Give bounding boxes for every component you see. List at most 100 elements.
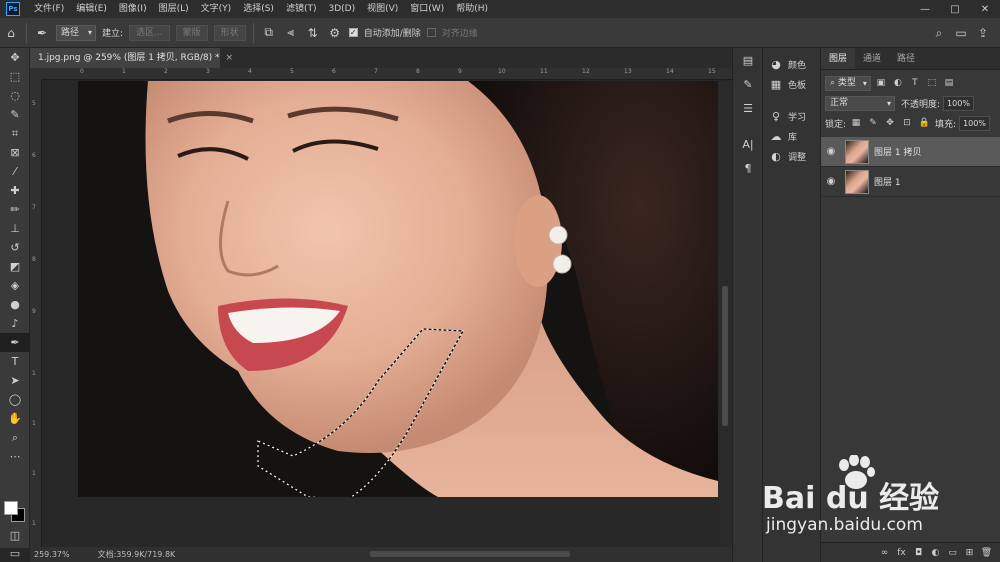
swatches-panel-button[interactable]: ▦ 色板 [763, 74, 820, 94]
brush-settings-icon[interactable]: ✎ [733, 72, 763, 96]
paragraph-panel-icon[interactable]: ¶ [733, 156, 763, 180]
new-layer-icon[interactable]: ⊞ [961, 548, 978, 558]
maximize-button[interactable]: □ [940, 0, 970, 18]
layer-style-fx-icon[interactable]: fx [893, 548, 910, 558]
align-edges-checkbox[interactable] [426, 28, 436, 37]
menu-image[interactable]: 图像(I) [113, 0, 153, 18]
lasso-tool-icon[interactable]: ◌ [0, 86, 30, 105]
delete-layer-icon[interactable]: 🗑 [978, 548, 995, 558]
new-adjustment-layer-icon[interactable]: ◐ [927, 548, 944, 558]
move-tool-icon[interactable]: ✥ [0, 48, 30, 67]
layer-row-base[interactable]: ◉ 图层 1 [821, 167, 1000, 197]
filter-adjustment-icon[interactable]: ◐ [891, 78, 905, 88]
auto-add-delete-checkbox[interactable]: ✓ [348, 28, 358, 37]
type-tool-icon[interactable]: T [0, 352, 30, 371]
ellipse-tool-icon[interactable]: ◯ [0, 390, 30, 409]
menu-3d[interactable]: 3D(D) [322, 0, 361, 18]
quick-mask-icon[interactable]: ◫ [0, 526, 30, 545]
horizontal-ruler[interactable]: 0 1 2 3 4 5 6 7 8 9 10 11 12 13 14 15 [42, 68, 732, 80]
vertical-scroll-thumb[interactable] [722, 286, 728, 426]
zoom-tool-icon[interactable]: ⌕ [0, 428, 30, 447]
tab-channels[interactable]: 通道 [855, 48, 889, 69]
blur-tool-icon[interactable]: ● [0, 295, 30, 314]
properties-icon[interactable]: ☰ [733, 96, 763, 120]
add-mask-icon[interactable]: ◘ [910, 548, 927, 558]
brush-tool-icon[interactable]: ✏ [0, 200, 30, 219]
filter-type-icon[interactable]: T [908, 78, 922, 88]
menu-help[interactable]: 帮助(H) [450, 0, 494, 18]
path-alignment-icon[interactable]: ⫷ [280, 22, 302, 44]
close-tab-icon[interactable]: × [226, 53, 234, 63]
eye-icon[interactable]: ◉ [821, 146, 841, 157]
lock-position-icon[interactable]: ✥ [883, 118, 897, 128]
libraries-panel-button[interactable]: ☁ 库 [763, 126, 820, 146]
photo-canvas[interactable] [78, 81, 718, 497]
lock-pixels-icon[interactable]: ✎ [866, 118, 880, 128]
marquee-tool-icon[interactable]: ⬚ [0, 67, 30, 86]
document-tab[interactable]: 1.jpg.png @ 259% (图层 1 拷贝, RGB/8) * × [30, 48, 233, 68]
eye-icon[interactable]: ◉ [821, 176, 841, 187]
menu-layer[interactable]: 图层(L) [153, 0, 195, 18]
eyedropper-tool-icon[interactable]: ⁄ [0, 162, 30, 181]
clone-stamp-tool-icon[interactable]: ⊥ [0, 219, 30, 238]
layer-row-copy[interactable]: ◉ 图层 1 拷贝 [821, 137, 1000, 167]
crop-tool-icon[interactable]: ⌗ [0, 124, 30, 143]
zoom-level[interactable]: 259.37% [34, 550, 70, 559]
home-icon[interactable]: ⌂ [0, 22, 22, 44]
tool-mode-select[interactable]: 路径 [56, 24, 97, 41]
history-panel-icon[interactable]: ▤ [733, 48, 763, 72]
make-shape-button[interactable]: 形状 [213, 24, 246, 41]
adjustments-panel-button[interactable]: ◐ 调整 [763, 146, 820, 166]
menu-select[interactable]: 选择(S) [237, 0, 280, 18]
menu-file[interactable]: 文件(F) [28, 0, 70, 18]
lock-all-icon[interactable]: 🔒 [917, 118, 931, 128]
menu-type[interactable]: 文字(Y) [195, 0, 238, 18]
frame-tool-icon[interactable]: ⊠ [0, 143, 30, 162]
close-window-button[interactable]: ✕ [970, 0, 1000, 18]
menu-window[interactable]: 窗口(W) [404, 0, 450, 18]
foreground-color-swatch[interactable] [4, 501, 18, 515]
make-selection-button[interactable]: 选区... [129, 24, 170, 41]
fill-input[interactable]: 100% [959, 115, 990, 131]
share-icon[interactable]: ⇪ [972, 22, 994, 44]
vertical-scrollbar[interactable] [719, 81, 732, 547]
learn-panel-button[interactable]: ♀ 学习 [763, 106, 820, 126]
canvas-area[interactable] [42, 81, 719, 547]
new-group-icon[interactable]: ▭ [944, 548, 961, 558]
history-brush-tool-icon[interactable]: ↺ [0, 238, 30, 257]
tab-layers[interactable]: 图层 [821, 48, 856, 69]
blend-mode-select[interactable]: 正常 [825, 95, 895, 111]
menu-filter[interactable]: 滤镜(T) [280, 0, 323, 18]
vertical-ruler[interactable]: 5 6 7 8 9 1 1 1 1 [30, 80, 42, 547]
tab-paths[interactable]: 路径 [889, 48, 923, 69]
color-panel-button[interactable]: ◕ 颜色 [763, 54, 820, 74]
menu-view[interactable]: 视图(V) [361, 0, 404, 18]
dodge-tool-icon[interactable]: ♪ [0, 314, 30, 333]
document-info[interactable]: 文档:359.9K/719.8K [98, 549, 176, 560]
filter-shape-icon[interactable]: ⬚ [925, 78, 939, 88]
search-icon[interactable]: ⌕ [928, 22, 950, 44]
layer-filter-select[interactable]: ⌕ 类型 [825, 75, 871, 91]
menu-edit[interactable]: 编辑(E) [70, 0, 113, 18]
eraser-tool-icon[interactable]: ◩ [0, 257, 30, 276]
path-arrangement-icon[interactable]: ⇅ [302, 22, 324, 44]
healing-brush-tool-icon[interactable]: ✚ [0, 181, 30, 200]
path-operations-icon[interactable]: ⧉ [258, 22, 280, 44]
link-layers-icon[interactable]: ∞ [876, 548, 893, 558]
horizontal-scroll-thumb[interactable] [370, 551, 570, 557]
quick-selection-tool-icon[interactable]: ✎ [0, 105, 30, 124]
workspace-icon[interactable]: ▭ [950, 22, 972, 44]
lock-artboard-icon[interactable]: ⊡ [900, 118, 914, 128]
minimize-button[interactable]: — [910, 0, 940, 18]
paint-bucket-tool-icon[interactable]: ◈ [0, 276, 30, 295]
pen-tool-icon[interactable]: ✒ [0, 333, 30, 352]
opacity-input[interactable]: 100% [943, 95, 974, 111]
more-tools-icon[interactable]: ⋯ [0, 447, 30, 466]
filter-smart-object-icon[interactable]: ▤ [942, 78, 956, 88]
path-selection-tool-icon[interactable]: ➤ [0, 371, 30, 390]
filter-pixel-icon[interactable]: ▣ [874, 78, 888, 88]
settings-gear-icon[interactable]: ⚙ [324, 22, 346, 44]
screen-mode-icon[interactable]: ▭ [0, 544, 30, 562]
make-mask-button[interactable]: 蒙版 [175, 24, 208, 41]
hand-tool-icon[interactable]: ✋ [0, 409, 30, 428]
